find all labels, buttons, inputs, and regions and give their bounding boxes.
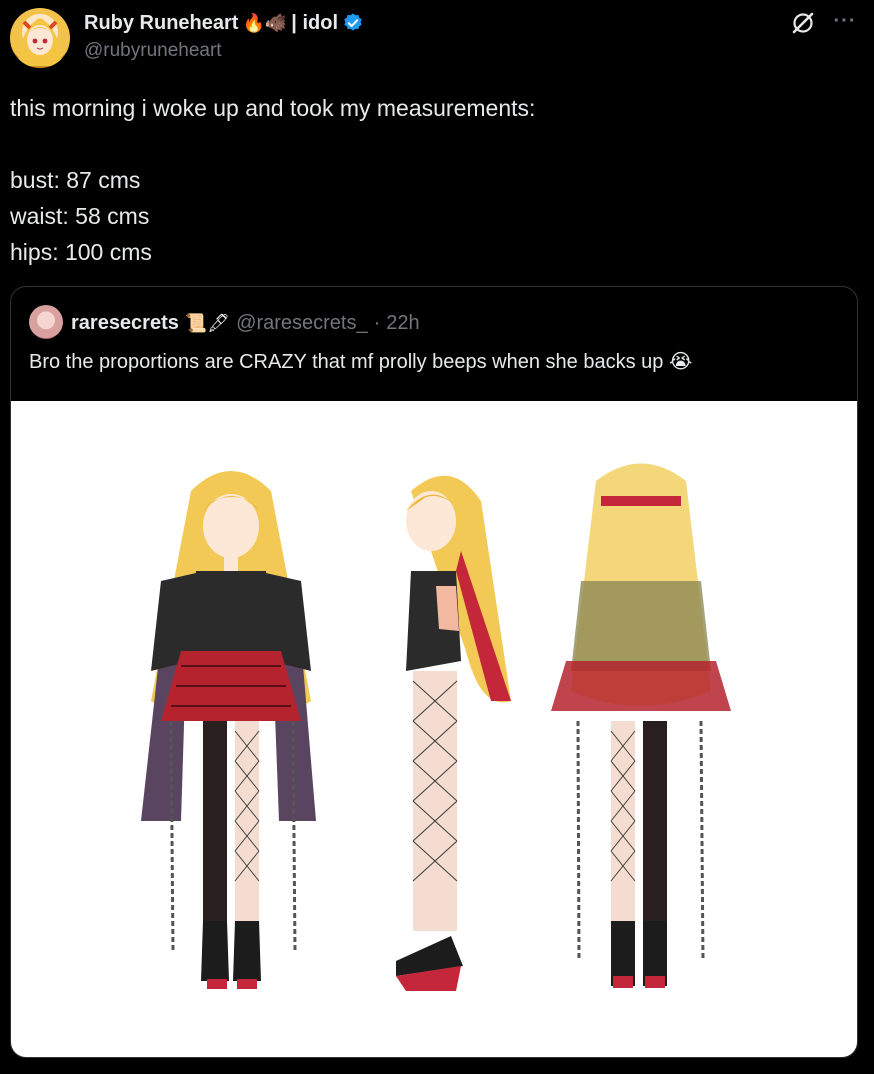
tweet-line: this morning i woke up and took my measu… [10, 95, 536, 121]
crying-emoji: 😭 [668, 351, 693, 373]
quoted-tweet[interactable]: raresecrets 📜🖋 @raresecrets_ · 22h Bro t… [10, 286, 858, 1058]
more-options-icon[interactable]: ··· [830, 8, 860, 34]
tweet-line: bust: 87 cms [10, 167, 141, 193]
quote-author-handle[interactable]: @raresecrets_ [236, 312, 367, 335]
quote-author-name[interactable]: raresecrets [71, 312, 179, 335]
side-view-figure [396, 475, 511, 991]
quote-timestamp[interactable]: 22h [386, 312, 419, 335]
quote-author-avatar[interactable] [29, 305, 63, 339]
author-name[interactable]: Ruby Runeheart [84, 12, 238, 35]
grok-icon[interactable] [790, 10, 816, 36]
author-name-row[interactable]: Ruby Runeheart 🔥🐗 | idol [84, 10, 364, 36]
author-avatar[interactable] [10, 8, 70, 68]
author-badge-emojis: 🔥🐗 [242, 13, 288, 33]
character-illustration [141, 463, 731, 991]
verified-badge-icon[interactable] [342, 12, 364, 34]
tweet-text: this morning i woke up and took my measu… [10, 90, 850, 270]
author-name-suffix: | idol [291, 11, 338, 34]
quote-text: Bro the proportions are CRAZY that mf pr… [29, 347, 849, 377]
author-handle[interactable]: @rubyruneheart [84, 40, 222, 62]
quote-text-body: Bro the proportions are CRAZY that mf pr… [29, 351, 664, 373]
tweet-line: hips: 100 cms [10, 239, 152, 265]
quote-separator: · [373, 311, 381, 334]
front-view-figure [141, 471, 316, 989]
quote-name-emojis: 📜🖋 [184, 313, 231, 333]
quote-header: raresecrets 📜🖋 @raresecrets_ · 22h [71, 309, 420, 337]
back-view-figure [551, 463, 731, 988]
character-reference-sheet-image[interactable] [11, 401, 857, 1057]
tweet-line: waist: 58 cms [10, 203, 150, 229]
avatar-art [18, 18, 62, 66]
